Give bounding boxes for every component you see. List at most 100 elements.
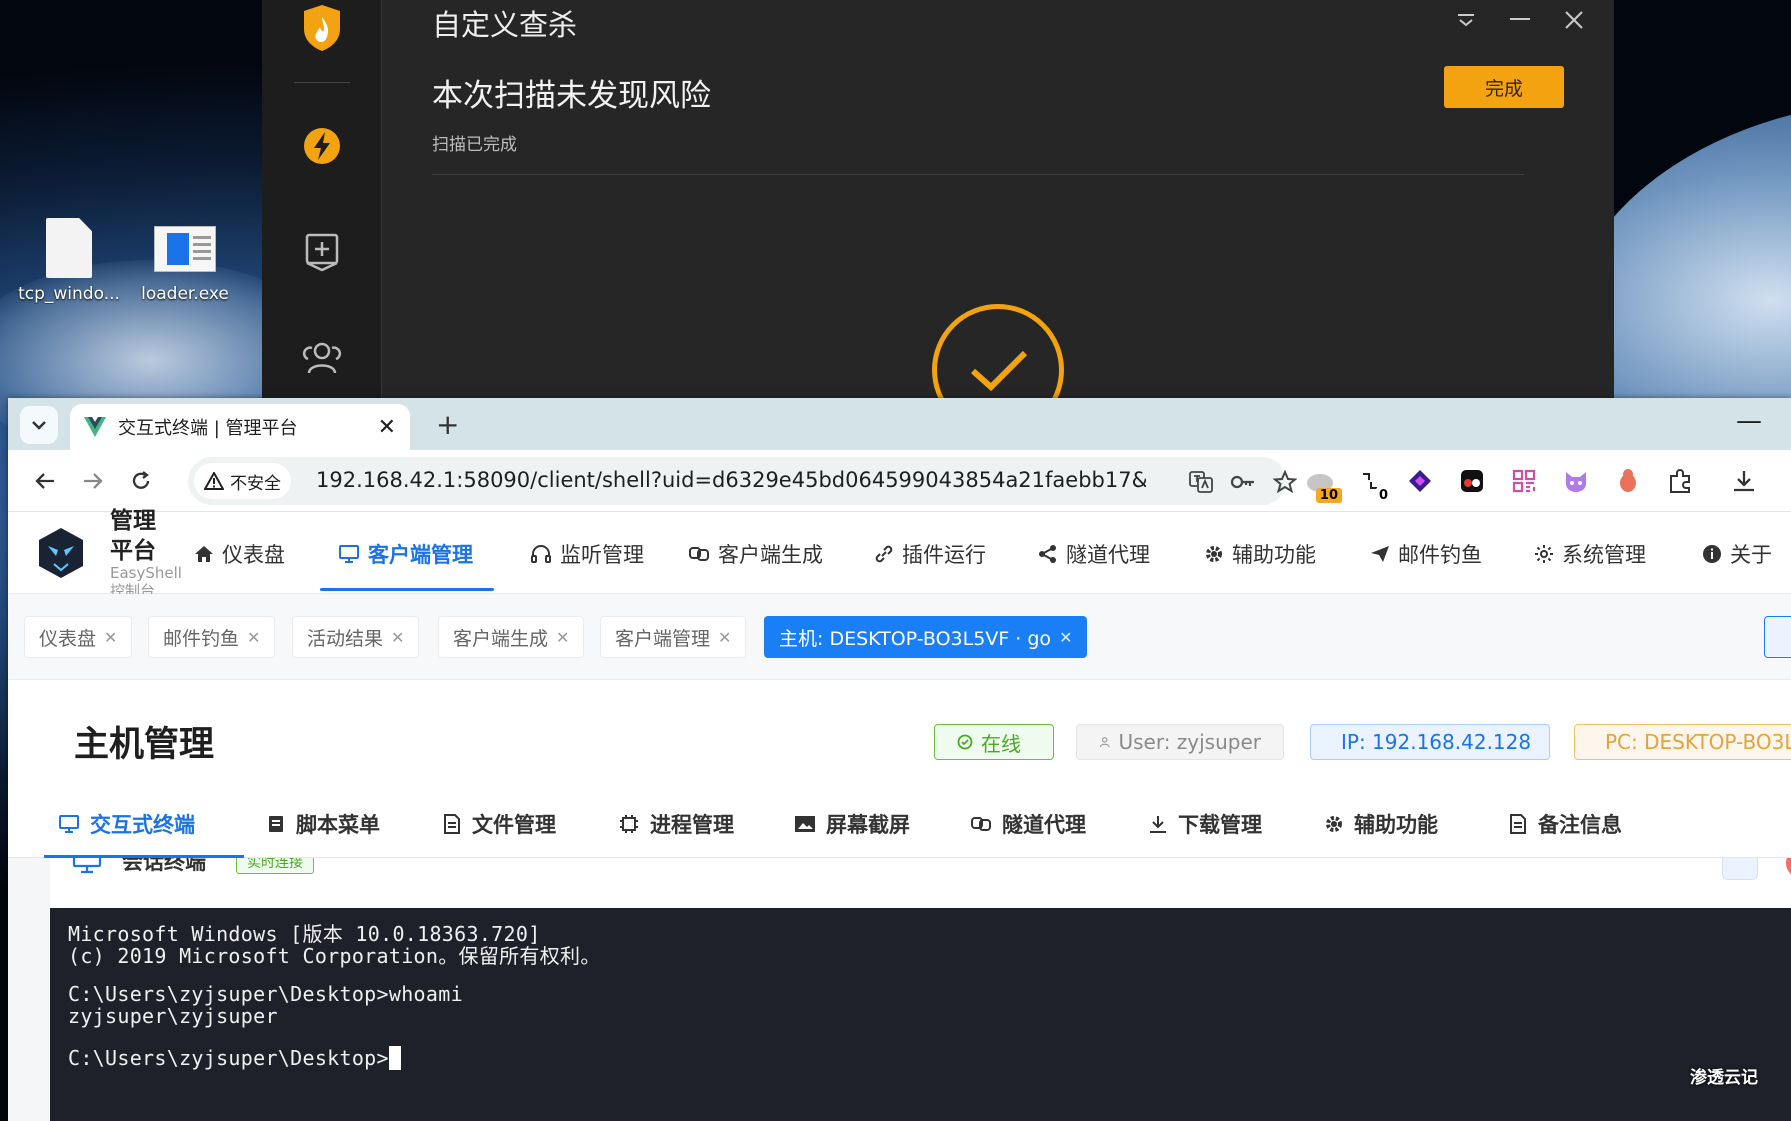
tab-search-button[interactable] — [20, 406, 58, 444]
tab-notes[interactable]: 备注信息 — [1508, 804, 1622, 844]
tab-label: 文件管理 — [472, 813, 556, 837]
tab-label: 交互式终端 — [90, 813, 195, 837]
lightning-icon[interactable] — [300, 124, 344, 168]
extension-cat-icon[interactable] — [1560, 465, 1592, 497]
tab-label: 屏幕截屏 — [826, 813, 910, 837]
menu-label: 插件运行 — [902, 543, 986, 567]
terminal-prompt-line[interactable]: C:\Users\zyjsuper\Desktop> — [68, 1046, 401, 1070]
tab-script-menu[interactable]: 脚本菜单 — [266, 804, 380, 844]
tag-close-icon[interactable]: ✕ — [718, 628, 731, 647]
tag-label: 主机: DESKTOP-BO3L5VF · go — [779, 627, 1052, 650]
menu-item-about[interactable]: 关于 — [1702, 532, 1772, 576]
reload-icon — [132, 471, 150, 489]
extension-badge: 10 — [1315, 488, 1342, 503]
copy-icon — [971, 817, 991, 831]
tab-screenshot[interactable]: 屏幕截屏 — [794, 804, 910, 844]
extension-cloud-icon[interactable]: 10 — [1304, 465, 1342, 503]
security-indicator[interactable]: 不安全 — [194, 463, 291, 499]
menu-item-system[interactable]: 系统管理 — [1534, 532, 1646, 576]
browser-tab[interactable]: 交互式终端 | 管理平台 ✕ — [70, 404, 410, 450]
gear-icon — [1326, 816, 1342, 832]
tag-host-active[interactable]: 主机: DESKTOP-BO3L5VF · go ✕ — [764, 616, 1088, 658]
host-info-bar: 主机管理 在线 User: zyjsuper IP: 192.168.42.12… — [8, 680, 1791, 788]
menu-label: 辅助功能 — [1232, 543, 1316, 567]
menu-item-client-generate[interactable]: 客户端生成 — [688, 532, 823, 576]
menu-item-tunnel-proxy[interactable]: 隧道代理 — [1038, 532, 1150, 576]
extension-record-icon[interactable] — [1456, 465, 1488, 497]
tag-close-icon[interactable]: ✕ — [556, 628, 569, 647]
dropdown-menu-icon[interactable] — [1448, 6, 1484, 34]
back-button[interactable] — [28, 464, 62, 498]
extension-qr-icon[interactable] — [1508, 465, 1540, 497]
close-icon[interactable] — [1556, 6, 1592, 34]
divider — [432, 174, 1524, 175]
tag-close-icon[interactable]: ✕ — [247, 628, 260, 647]
tag-activity-result[interactable]: 活动结果 ✕ — [292, 616, 420, 658]
disconnect-button[interactable] — [1786, 858, 1791, 878]
tab-tunnel-proxy[interactable]: 隧道代理 — [970, 804, 1086, 844]
download-icon[interactable] — [1728, 465, 1760, 497]
terminal-menu-button[interactable] — [1722, 858, 1758, 880]
tab-close-icon[interactable]: ✕ — [378, 415, 396, 440]
desktop-icon-label: loader.exe — [141, 284, 229, 304]
users-icon[interactable] — [300, 336, 344, 380]
shield-flame-icon[interactable] — [300, 5, 344, 51]
tag-client-generate[interactable]: 客户端生成 ✕ — [438, 616, 585, 658]
tag-close-icon[interactable]: ✕ — [391, 628, 404, 647]
done-button[interactable]: 完成 — [1444, 66, 1564, 108]
minimize-icon[interactable] — [1502, 6, 1538, 34]
tab-file-management[interactable]: 文件管理 — [442, 804, 556, 844]
app-header: 管理平台 EasyShell 控制台 仪表盘 客户端管理 监听管理 客户端生成 … — [8, 508, 1791, 600]
new-tab-button[interactable]: + — [436, 408, 459, 441]
bookmark-star-icon[interactable] — [1272, 469, 1298, 495]
menu-item-listener[interactable]: 监听管理 — [530, 532, 644, 576]
warning-icon — [204, 472, 224, 490]
tag-close-icon[interactable]: ✕ — [1059, 628, 1072, 647]
note-icon — [1510, 814, 1526, 834]
menu-item-plugin-run[interactable]: 插件运行 — [874, 532, 986, 576]
pc-text: PC: DESKTOP-BO3L5VF — [1605, 730, 1791, 754]
menu-item-client-management[interactable]: 客户端管理 — [338, 532, 473, 576]
menu-label: 关于 — [1730, 543, 1772, 567]
extension-diamond-icon[interactable] — [1404, 465, 1436, 497]
arrow-right-icon — [84, 473, 103, 489]
tag-phishing[interactable]: 邮件钓鱼 ✕ — [148, 616, 276, 658]
tab-label: 隧道代理 — [1002, 813, 1086, 837]
terminal-line: C:\Users\zyjsuper\Desktop>whoami — [68, 982, 463, 1006]
url-text[interactable]: 192.168.42.1:58090/client/shell?uid=d632… — [316, 468, 1146, 492]
extensions-puzzle-icon[interactable] — [1664, 465, 1696, 497]
file-icon — [46, 218, 92, 278]
tab-label: 辅助功能 — [1354, 813, 1438, 837]
desktop-icon-loader[interactable]: loader.exe — [130, 218, 240, 304]
tab-aux-functions[interactable]: 辅助功能 — [1324, 804, 1438, 844]
shield-plus-icon[interactable] — [300, 230, 344, 274]
browser-window: 交互式终端 | 管理平台 ✕ + — 不安全 192.168.42.1:5809… — [8, 398, 1791, 1121]
tag-overflow-button[interactable] — [1764, 616, 1791, 658]
arrow-left-icon — [35, 473, 54, 489]
tag-dashboard[interactable]: 仪表盘 ✕ — [24, 616, 133, 658]
address-bar[interactable]: 不安全 192.168.42.1:58090/client/shell?uid=… — [188, 457, 1297, 505]
forward-button[interactable] — [76, 464, 110, 498]
extension-bug-icon[interactable] — [1612, 465, 1644, 497]
tag-client-management[interactable]: 客户端管理 ✕ — [600, 616, 747, 658]
terminal-output[interactable]: Microsoft Windows [版本 10.0.18363.720] (c… — [50, 908, 1791, 1121]
tag-close-icon[interactable]: ✕ — [104, 628, 117, 647]
tab-interactive-terminal[interactable]: 交互式终端 — [58, 804, 195, 844]
tab-process-management[interactable]: 进程管理 — [618, 804, 734, 844]
menu-item-aux[interactable]: 辅助功能 — [1204, 532, 1316, 576]
menu-item-dashboard[interactable]: 仪表盘 — [194, 532, 285, 576]
extension-link-icon[interactable]: 0 — [1354, 465, 1392, 503]
translate-icon[interactable] — [1188, 469, 1214, 495]
reload-button[interactable] — [124, 464, 158, 498]
scan-result-headline: 本次扫描未发现风险 — [432, 78, 711, 114]
menu-item-phishing[interactable]: 邮件钓鱼 — [1370, 532, 1482, 576]
tags-view-bar: 仪表盘 ✕ 邮件钓鱼 ✕ 活动结果 ✕ 客户端生成 ✕ 客户端管理 ✕ 主机: DESKT… — [8, 594, 1791, 680]
terminal-cursor — [388, 1046, 401, 1070]
desktop-icon-label: tcp_windo... — [18, 284, 120, 304]
check-circle-icon — [957, 734, 973, 750]
tab-download-management[interactable]: 下载管理 — [1148, 804, 1262, 844]
tab-label: 下载管理 — [1178, 813, 1262, 837]
window-minimize-icon[interactable]: — — [1736, 406, 1762, 436]
password-key-icon[interactable] — [1230, 469, 1256, 495]
desktop-icon-tcp[interactable]: tcp_windo... — [14, 218, 124, 304]
